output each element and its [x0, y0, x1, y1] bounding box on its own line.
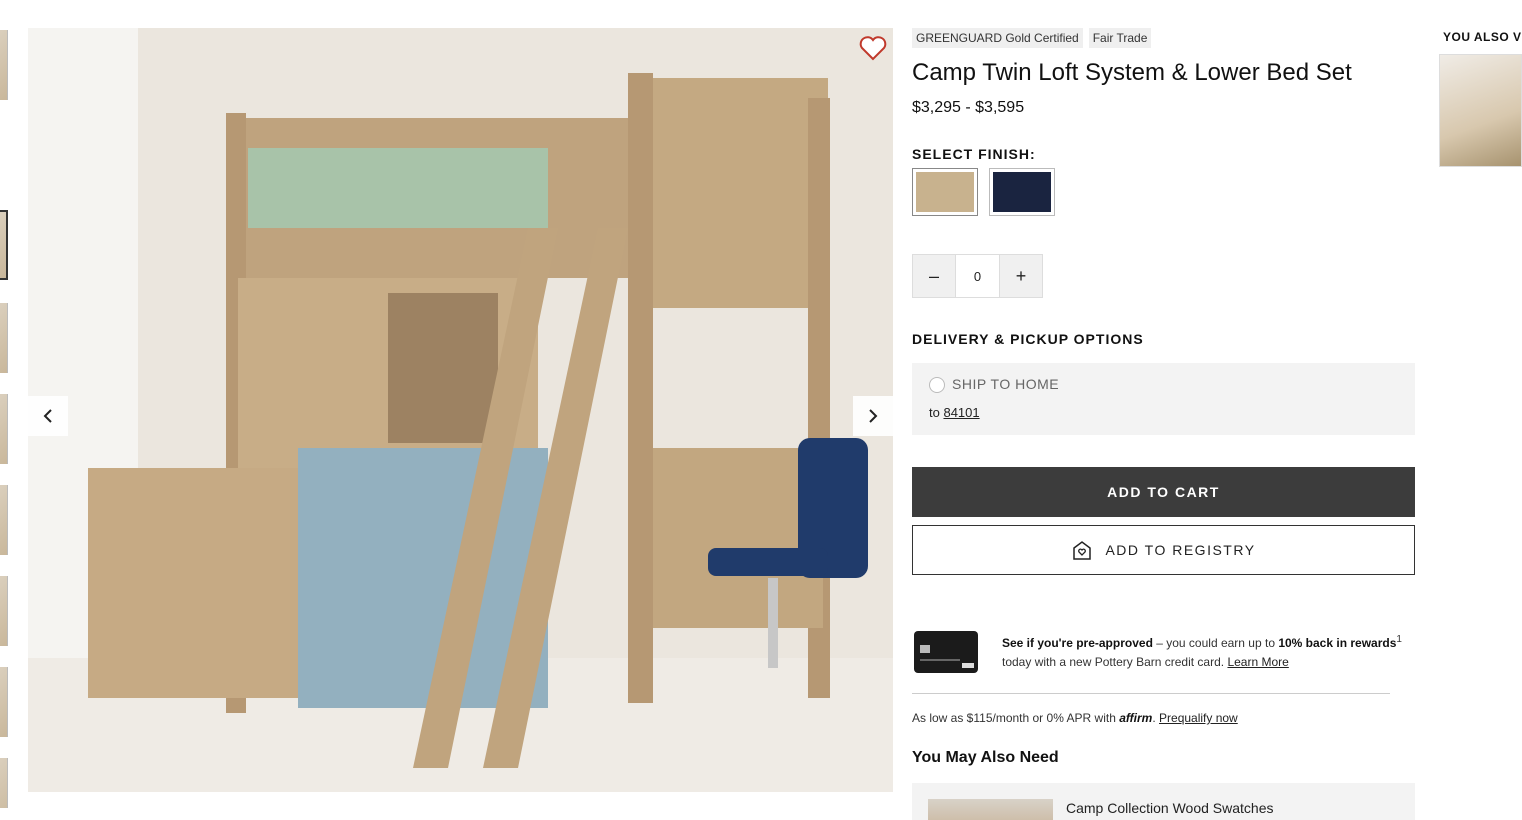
credit-card-offer: See if you're pre-approved – you could e…: [1002, 630, 1402, 672]
wood-swatches-name[interactable]: Camp Collection Wood Swatches: [1066, 800, 1274, 816]
learn-more-link[interactable]: Learn More: [1227, 655, 1288, 669]
credit-offer-rewards: 10% back in rewards: [1278, 636, 1397, 650]
credit-offer-footnote: 1: [1396, 634, 1402, 645]
add-to-registry-label: ADD TO REGISTRY: [1105, 542, 1256, 558]
thumbnail-5[interactable]: [0, 485, 8, 555]
select-finish-label: SELECT FINISH:: [912, 146, 1036, 162]
prequalify-link[interactable]: Prequalify now: [1159, 711, 1238, 725]
divider: [912, 693, 1390, 694]
zip-code-link[interactable]: 84101: [943, 405, 979, 420]
quantity-stepper: – 0 +: [912, 254, 1043, 298]
product-title: Camp Twin Loft System & Lower Bed Set: [912, 59, 1352, 86]
also-viewed-product-image[interactable]: [1439, 54, 1522, 167]
add-to-registry-button[interactable]: ADD TO REGISTRY: [912, 525, 1415, 575]
next-image-button[interactable]: [853, 396, 893, 436]
thumbnail-2[interactable]: [0, 210, 8, 280]
registry-house-icon: [1073, 541, 1092, 560]
favorite-heart-icon[interactable]: [859, 35, 887, 61]
thumbnail-strip: [0, 28, 8, 808]
previous-image-button[interactable]: [28, 396, 68, 436]
thumbnail-6[interactable]: [0, 576, 8, 646]
ship-to-home-label: SHIP TO HOME: [952, 376, 1060, 392]
affirm-text: As low as $115/month or 0% APR with: [912, 711, 1120, 725]
quantity-value[interactable]: 0: [956, 254, 999, 298]
chevron-left-icon: [43, 409, 52, 423]
product-price: $3,295 - $3,595: [912, 99, 1025, 116]
zip-prefix: to: [929, 405, 940, 420]
wood-swatches-image: [928, 799, 1053, 820]
thumbnail-4[interactable]: [0, 394, 8, 464]
delivery-options-label: DELIVERY & PICKUP OPTIONS: [912, 331, 1144, 347]
badge-fair-trade: Fair Trade: [1088, 28, 1152, 48]
chevron-right-icon: [869, 409, 878, 423]
also-viewed-heading: YOU ALSO VI: [1443, 30, 1522, 44]
affirm-financing: As low as $115/month or 0% APR with affi…: [912, 711, 1238, 725]
finish-swatch-navy[interactable]: [989, 168, 1055, 216]
ship-to-home-radio[interactable]: [929, 377, 945, 393]
quantity-decrease-button[interactable]: –: [912, 254, 956, 298]
credit-offer-text: – you could earn up to: [1152, 636, 1279, 650]
badge-greenguard: GREENGUARD Gold Certified: [912, 28, 1083, 48]
you-may-also-need-heading: You May Also Need: [912, 749, 1059, 766]
credit-offer-bold: See if you're pre-approved: [1002, 636, 1153, 650]
finish-swatch-wood[interactable]: [912, 168, 978, 216]
thumbnail-3[interactable]: [0, 303, 8, 373]
affirm-logo: affirm: [1119, 711, 1153, 725]
affirm-dot: .: [1152, 711, 1160, 725]
thumbnail-7[interactable]: [0, 667, 8, 737]
credit-offer-text-2: today with a new Pottery Barn credit car…: [1002, 655, 1228, 669]
add-to-cart-button[interactable]: ADD TO CART: [912, 467, 1415, 517]
delivery-option-box: SHIP TO HOME to 84101: [912, 363, 1415, 435]
credit-card-image: [914, 631, 978, 673]
thumbnail-1[interactable]: [0, 30, 8, 100]
delivery-zip-line: to 84101: [929, 405, 980, 420]
product-image: [28, 28, 893, 792]
product-panel: GREENGUARD Gold Certified Fair Trade Cam…: [912, 28, 1416, 820]
quantity-increase-button[interactable]: +: [999, 254, 1043, 298]
finish-swatches: [912, 168, 1055, 216]
thumbnail-8[interactable]: [0, 758, 8, 808]
badge-list: GREENGUARD Gold Certified Fair Trade: [912, 28, 1416, 48]
you-may-also-need-card[interactable]: Camp Collection Wood Swatches: [912, 783, 1415, 820]
